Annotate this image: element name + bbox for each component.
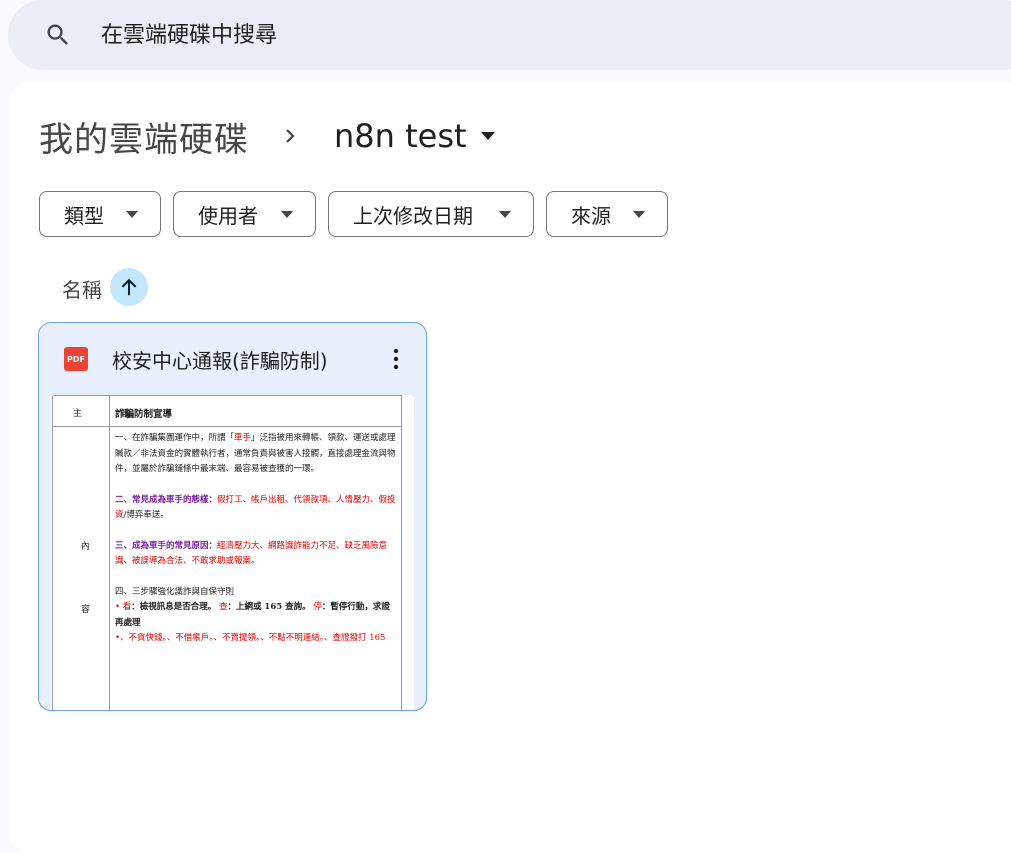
sort-label[interactable]: 名稱	[62, 274, 102, 303]
breadcrumb-root[interactable]: 我的雲端硬碟	[39, 112, 249, 161]
document-content: 一、在詐騙集團運作中，所謂「車手」泛指被用來轉帳、領款、運送或處理贓款／非法資金…	[115, 431, 397, 647]
text: 一、在詐騙集團運作中，所謂「	[115, 433, 235, 443]
file-card[interactable]: PDF 校安中心通報(詐騙防制) 主 旨 詐騙防制宣導 內 容 一、在詐騙集團運…	[38, 322, 427, 711]
filter-type-label: 類型	[64, 203, 104, 228]
paragraph-1: 一、在詐騙集團運作中，所謂「車手」泛指被用來轉帳、領款、運送或處理贓款／非法資金…	[115, 431, 397, 478]
paragraph-2: 二、常見成為車手的態樣：假打工、帳戶出租、代領款項、人情壓力、假投資/博弈奉送。	[115, 493, 397, 524]
breadcrumb: 我的雲端硬碟 n8n test	[39, 112, 495, 161]
file-name[interactable]: 校安中心通報(詐騙防制)	[112, 345, 328, 374]
filter-modified-label: 上次修改日期	[353, 203, 473, 228]
paragraph-4: 四、三步驟強化識詐與自保守則 • 看：檢視訊息是否合理。 查：上網或 165 查…	[115, 585, 397, 647]
bullet-1: • 看：檢視訊息是否合理。 查：上網或 165 查詢。 停：暫停行動，求證再處理	[115, 600, 397, 631]
caret-down-icon	[499, 211, 511, 218]
more-vert-icon[interactable]	[386, 347, 406, 371]
text: 四、三步驟強化識詐與自保守則	[115, 586, 235, 597]
side-label: 內	[81, 542, 91, 552]
text: 停	[313, 602, 322, 612]
table-row-divider	[53, 426, 401, 427]
highlight-text: 車手	[234, 433, 252, 443]
main-content: 我的雲端硬碟 n8n test 類型 使用者 上次修改日期 來源 名稱 PDF …	[10, 83, 1011, 853]
subject-value: 詐騙防制宣導	[115, 409, 173, 420]
side-label: 容	[81, 605, 91, 615]
filter-type[interactable]: 類型	[39, 191, 161, 237]
paragraph-3: 三、成為車手的常見原因：經濟壓力大、網路識詐能力不足、缺乏風險意識、被誤導為合法…	[115, 539, 397, 570]
filter-modified[interactable]: 上次修改日期	[328, 191, 534, 237]
breadcrumb-current-folder[interactable]: n8n test	[334, 117, 467, 155]
text: • 看	[115, 602, 132, 612]
sort-direction-button[interactable]	[110, 268, 148, 306]
text: 二、常見成為車手的態樣：	[115, 494, 218, 505]
caret-down-icon	[126, 211, 138, 218]
text: /博弈奉送。	[123, 510, 169, 520]
arrow-up-icon	[121, 278, 137, 296]
search-input[interactable]: 在雲端硬碟中搜尋	[101, 21, 701, 51]
document-preview: 主 旨 詐騙防制宣導 內 容 一、在詐騙集團運作中，所謂「車手」泛指被用來轉帳、…	[52, 395, 402, 710]
text: ：上網或 165 查詢。	[227, 602, 311, 612]
filter-source[interactable]: 來源	[546, 191, 668, 237]
text: ：檢視訊息是否合理。	[131, 602, 217, 612]
search-icon[interactable]	[44, 21, 72, 49]
filter-people[interactable]: 使用者	[173, 191, 316, 237]
caret-down-icon	[633, 211, 645, 218]
chevron-right-icon	[286, 129, 295, 143]
caret-down-icon	[281, 211, 293, 218]
caret-down-icon[interactable]	[480, 132, 495, 140]
filter-source-label: 來源	[571, 203, 611, 228]
bullet-2: •、不貪快錢。、不借帳戶。、不賣提領。、不點不明連結。、查證撥打 165	[115, 633, 386, 643]
table-column-divider	[109, 396, 110, 710]
search-bar[interactable]: 在雲端硬碟中搜尋	[8, 0, 1011, 70]
file-thumbnail[interactable]: 主 旨 詐騙防制宣導 內 容 一、在詐騙集團運作中，所謂「車手」泛指被用來轉帳、…	[51, 395, 414, 710]
filter-people-label: 使用者	[198, 203, 258, 228]
text: 三、成為車手的常見原因：	[115, 540, 218, 551]
pdf-file-icon: PDF	[64, 347, 88, 371]
